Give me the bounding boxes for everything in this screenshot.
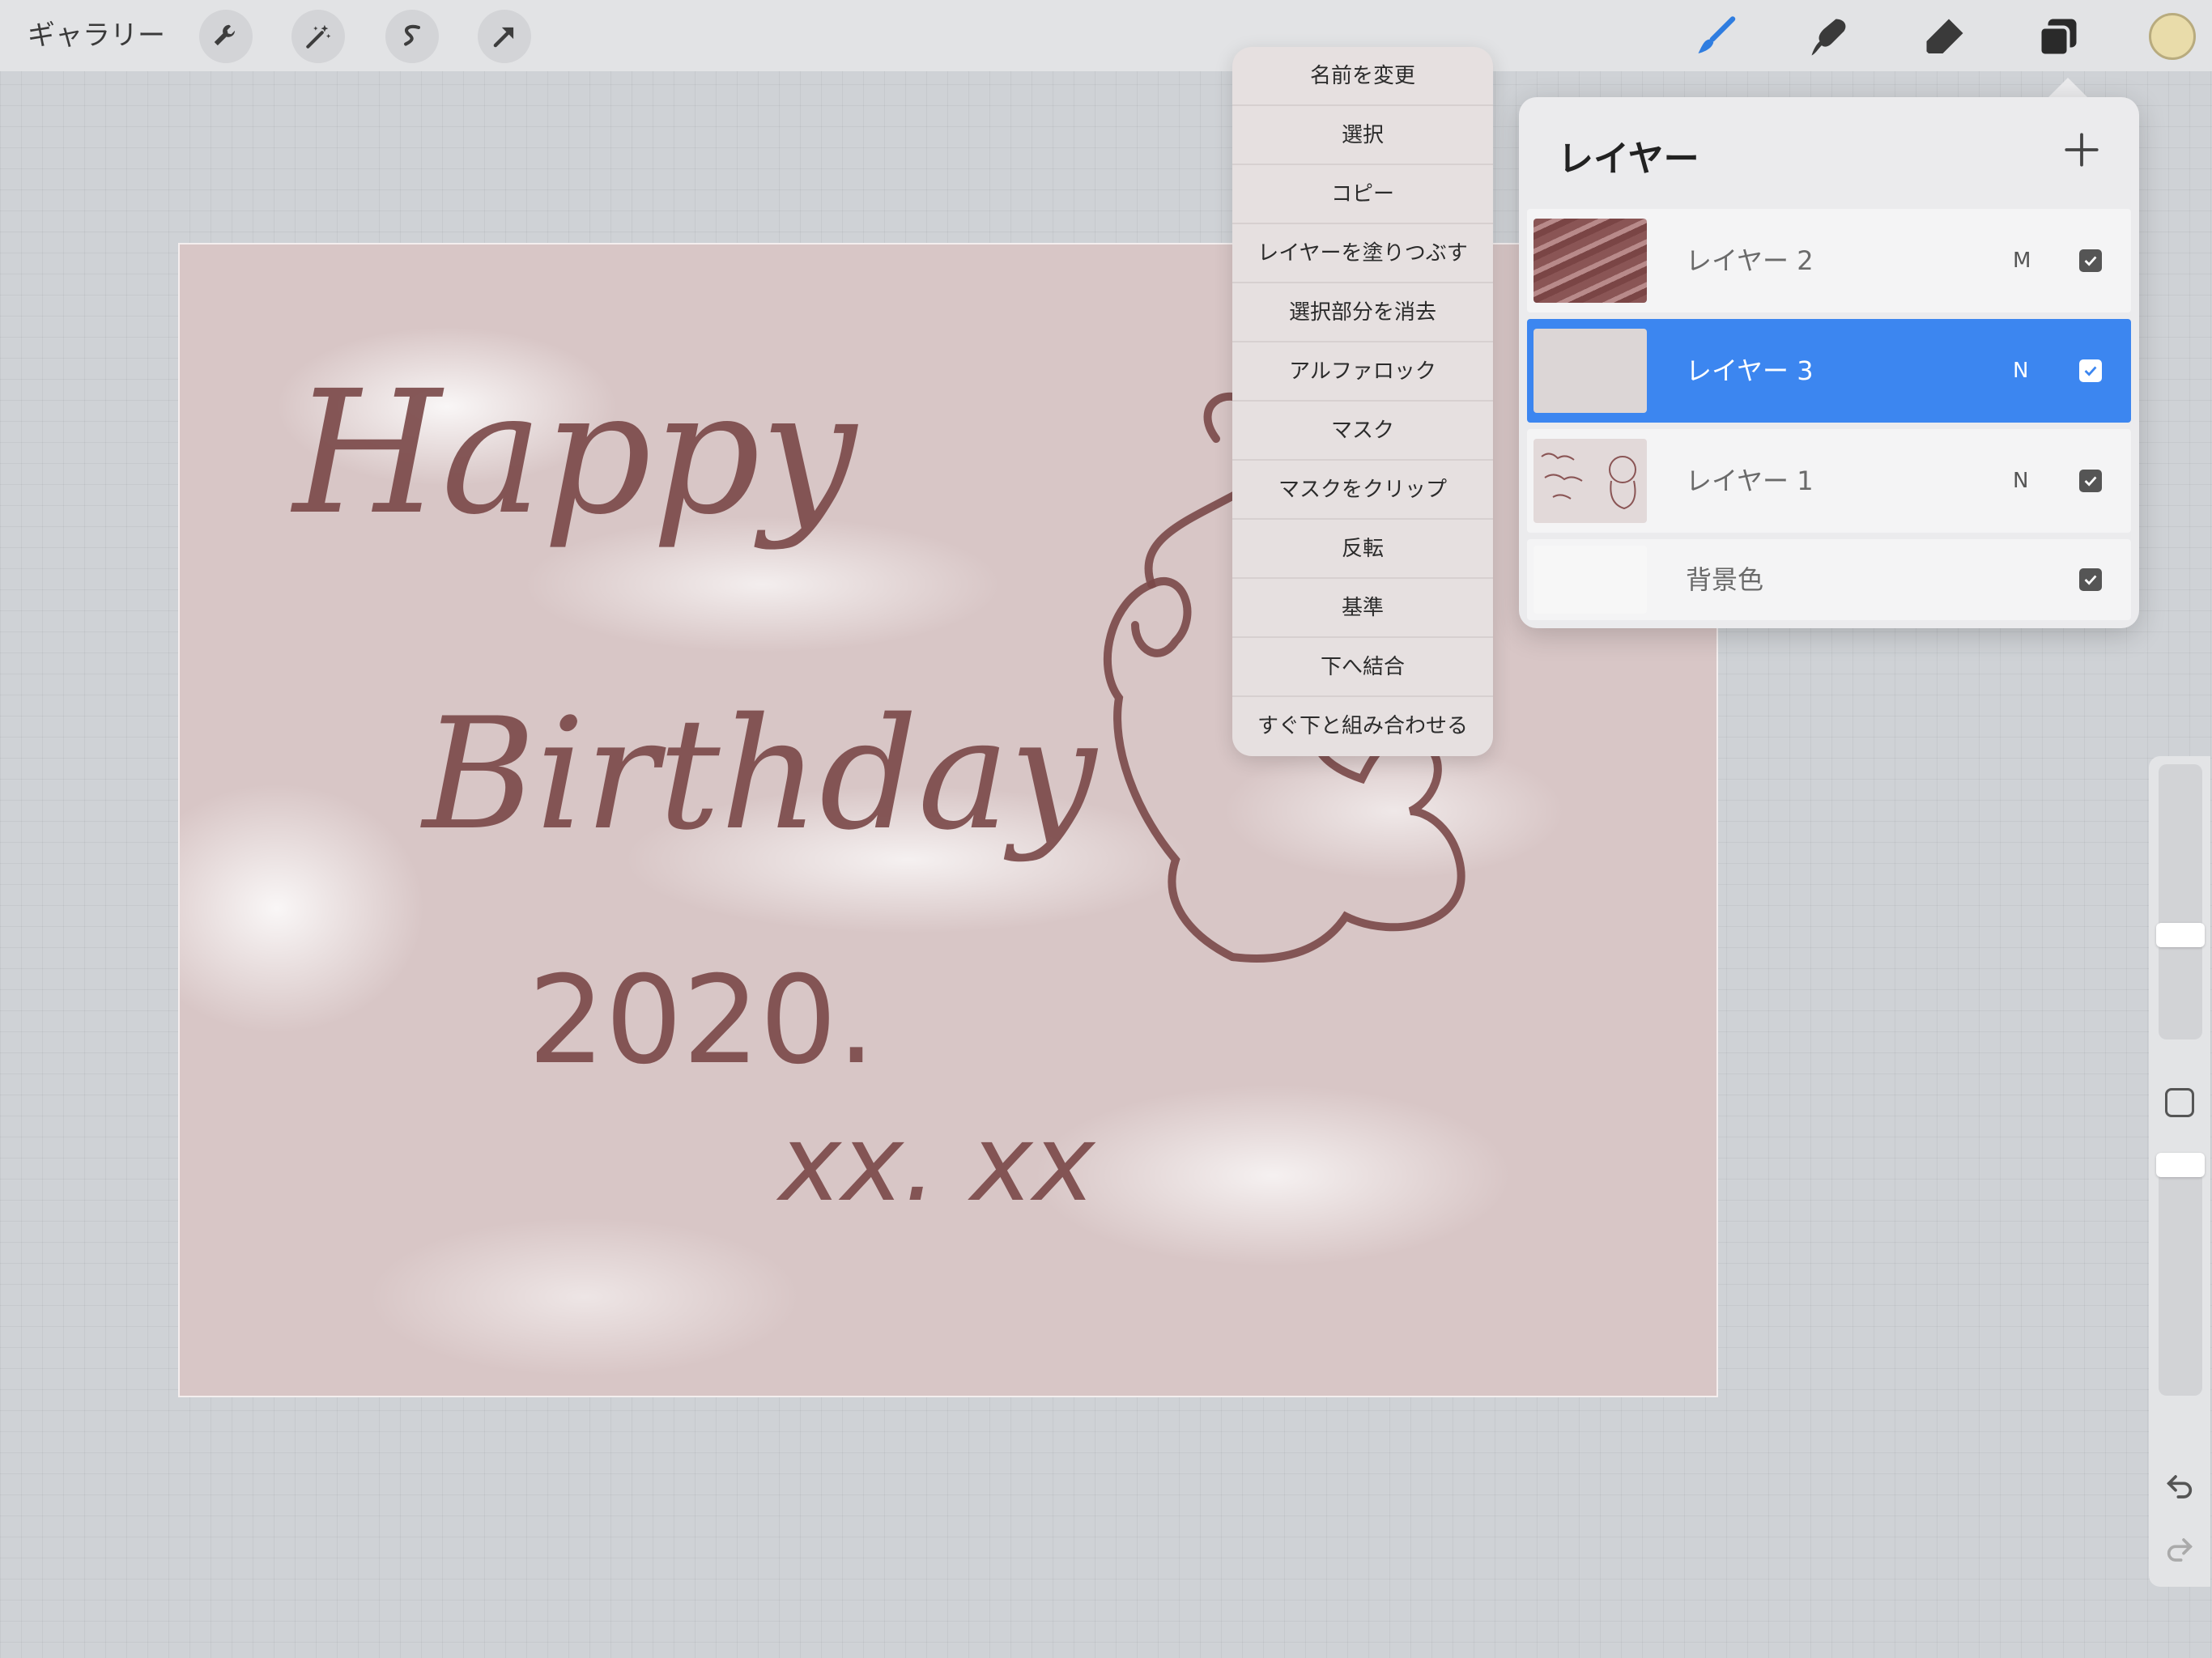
- layers-button[interactable]: [2031, 10, 2086, 65]
- redo-icon[interactable]: [2163, 1532, 2196, 1564]
- visibility-checkbox[interactable]: [2079, 470, 2102, 492]
- blend-mode-button[interactable]: M: [2013, 209, 2031, 312]
- layers-panel-caret: [2047, 78, 2089, 99]
- right-sidebar: [2149, 756, 2210, 1587]
- menu-item-mask[interactable]: マスク: [1232, 402, 1493, 461]
- wrench-icon: [214, 24, 236, 46]
- layer-thumbnail: [1534, 329, 1647, 413]
- selection-button[interactable]: [385, 10, 439, 63]
- menu-item-rename[interactable]: 名前を変更: [1232, 47, 1493, 106]
- layer-thumbnail-preview: [1541, 453, 1636, 510]
- menu-item-fill-layer[interactable]: レイヤーを塗りつぶす: [1232, 224, 1493, 283]
- checkmark-icon: [2084, 575, 2097, 585]
- layer-name: レイヤー 2: [1686, 245, 1814, 276]
- menu-item-clear[interactable]: 選択部分を消去: [1232, 283, 1493, 342]
- eraser-icon: [1926, 19, 1963, 53]
- menu-item-clipping-mask[interactable]: マスクをクリップ: [1232, 461, 1493, 520]
- layers-panel: レイヤー レイヤー 2 M レイヤー 3 N レイヤー 1 N 背景色: [1519, 97, 2139, 628]
- adjustments-button[interactable]: [291, 10, 345, 63]
- layer-thumbnail: [1534, 439, 1647, 523]
- menu-item-alpha-lock[interactable]: アルファロック: [1232, 342, 1493, 402]
- eraser-button[interactable]: [1917, 10, 1972, 65]
- smudge-button[interactable]: [1802, 10, 1857, 65]
- menu-item-merge-down[interactable]: 下へ結合: [1232, 638, 1493, 697]
- visibility-checkbox[interactable]: [2079, 249, 2102, 272]
- canvas-text-line: Birthday: [420, 685, 1099, 864]
- brush-icon: [1698, 16, 1736, 53]
- checkmark-icon: [2084, 366, 2097, 376]
- add-layer-icon[interactable]: [2061, 130, 2102, 170]
- selection-s-icon: [404, 24, 420, 46]
- top-toolbar: ギャラリー: [0, 0, 2212, 71]
- layer-row-layer-2[interactable]: レイヤー 2 M: [1527, 209, 2131, 312]
- layer-row-layer-3[interactable]: レイヤー 3 N: [1527, 319, 2131, 423]
- layer-options-menu: 名前を変更 選択 コピー レイヤーを塗りつぶす 選択部分を消去 アルファロック …: [1232, 47, 1493, 756]
- layer-name: 背景色: [1686, 564, 1764, 595]
- blend-mode-button[interactable]: N: [2013, 319, 2028, 423]
- transform-button[interactable]: [478, 10, 531, 63]
- visibility-checkbox[interactable]: [2079, 359, 2102, 382]
- layers-icon: [2038, 19, 2077, 57]
- brush-size-slider[interactable]: [2156, 764, 2205, 1039]
- canvas-text-line: xx. xx: [776, 1102, 1096, 1225]
- smudge-icon: [1811, 19, 1846, 56]
- menu-item-select[interactable]: 選択: [1232, 106, 1493, 165]
- gallery-button[interactable]: ギャラリー: [28, 15, 165, 57]
- checkmark-icon: [2084, 476, 2097, 487]
- brush-button[interactable]: [1689, 10, 1744, 65]
- opacity-slider[interactable]: [2156, 1153, 2205, 1396]
- magic-wand-icon: [306, 24, 331, 49]
- menu-item-invert[interactable]: 反転: [1232, 520, 1493, 579]
- layer-name: レイヤー 3: [1686, 355, 1814, 386]
- actions-button[interactable]: [199, 10, 253, 63]
- layer-row-layer-1[interactable]: レイヤー 1 N: [1527, 429, 2131, 533]
- canvas-text-line: 2020.: [528, 950, 875, 1091]
- visibility-checkbox[interactable]: [2079, 568, 2102, 591]
- eyedropper-square-button[interactable]: [2165, 1088, 2194, 1117]
- menu-item-reference[interactable]: 基準: [1232, 579, 1493, 638]
- brush-size-handle[interactable]: [2156, 923, 2205, 947]
- undo-icon[interactable]: [2163, 1469, 2196, 1501]
- canvas-text-line: Happy: [290, 354, 858, 552]
- menu-item-copy[interactable]: コピー: [1232, 165, 1493, 224]
- menu-item-combine-down[interactable]: すぐ下と組み合わせる: [1232, 697, 1493, 756]
- layer-thumbnail: [1534, 219, 1647, 303]
- transform-arrow-icon: [493, 27, 514, 48]
- layers-title: レイヤー: [1558, 138, 1699, 180]
- blend-mode-button[interactable]: N: [2013, 429, 2028, 533]
- layer-thumbnail: [1534, 546, 1647, 614]
- color-picker-button[interactable]: [2149, 13, 2196, 60]
- checkmark-icon: [2084, 256, 2097, 266]
- layer-name: レイヤー 1: [1686, 466, 1814, 496]
- opacity-handle[interactable]: [2156, 1153, 2205, 1177]
- layer-row-background[interactable]: 背景色: [1527, 539, 2131, 620]
